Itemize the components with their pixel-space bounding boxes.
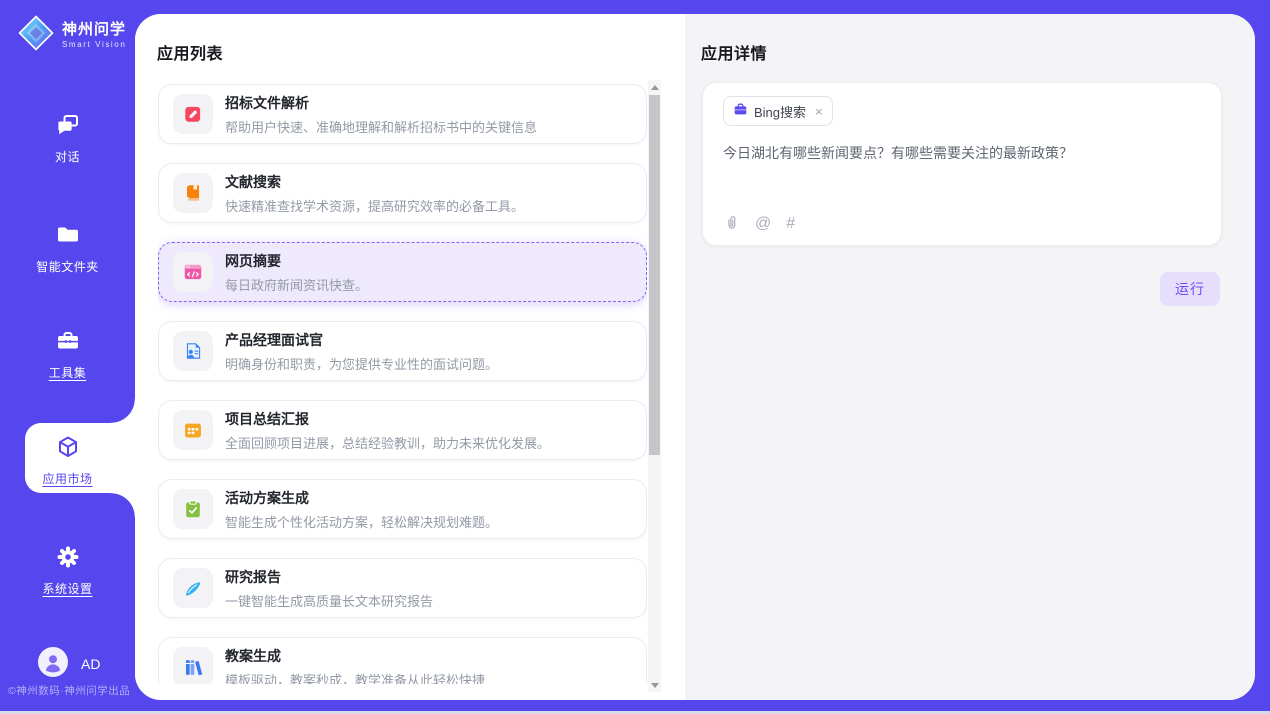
app-card[interactable]: 网页摘要 每日政府新闻资讯快查。: [158, 242, 647, 302]
app-card-title: 产品经理面试官: [225, 330, 498, 350]
app-card[interactable]: 活动方案生成 智能生成个性化活动方案，轻松解决规划难题。: [158, 479, 647, 539]
sidebar-item-smart-folder[interactable]: 智能文件夹: [0, 221, 135, 275]
app-list-panel: 应用列表 招标文件解析 帮助用户快速、准确地理解和解析招标书中的关键信息 文献搜…: [135, 14, 685, 700]
app-card[interactable]: 产品经理面试官 明确身份和职责，为您提供专业性的面试问题。: [158, 321, 647, 381]
chat-icon: [54, 111, 82, 139]
app-card-title: 网页摘要: [225, 251, 368, 271]
browser-icon: [173, 252, 213, 292]
scroll-up-button[interactable]: [648, 80, 661, 94]
app-card-desc: 全面回顾项目进展，总结经验教训，助力未来优化发展。: [225, 433, 550, 452]
sidebar-item-label: 系统设置: [0, 580, 135, 597]
app-card[interactable]: 招标文件解析 帮助用户快速、准确地理解和解析招标书中的关键信息: [158, 84, 647, 144]
sidebar-item-label: 应用市场: [0, 470, 135, 487]
prompt-toolbar: @ #: [723, 213, 795, 235]
app-card-desc: 智能生成个性化活动方案，轻松解决规划难题。: [225, 512, 498, 531]
clipboard-check-icon: [173, 489, 213, 529]
brand-subtitle: Smart Vision: [62, 40, 126, 49]
app-card[interactable]: 教案生成 模板驱动，教案秒成，教学准备从此轻松快捷: [158, 637, 647, 684]
copyright-text: ©神州数码·神州问学出品: [8, 683, 130, 698]
doc-edit-icon: [173, 94, 213, 134]
app-detail-panel: 应用详情 Bing搜索 × 今日湖北有哪些新闻要点？有哪些需要关注的最新政策？: [685, 14, 1255, 700]
gear-icon: [54, 543, 82, 571]
prompt-card: Bing搜索 × 今日湖北有哪些新闻要点？有哪些需要关注的最新政策？ @ #: [702, 82, 1222, 246]
app-card-title: 教案生成: [225, 646, 485, 666]
triangle-down-icon: [651, 683, 659, 688]
app-detail-title: 应用详情: [701, 40, 767, 64]
app-card-title: 招标文件解析: [225, 93, 537, 113]
user-account[interactable]: AD: [38, 647, 100, 680]
app-card-desc: 明确身份和职责，为您提供专业性的面试问题。: [225, 354, 498, 373]
sidebar-item-label: 智能文件夹: [0, 258, 135, 275]
app-card-desc: 帮助用户快速、准确地理解和解析招标书中的关键信息: [225, 117, 537, 136]
app-card-title: 项目总结汇报: [225, 409, 550, 429]
paperclip-icon[interactable]: [723, 213, 740, 235]
sidebar-item-toolset[interactable]: 工具集: [0, 327, 135, 381]
user-initials: AD: [81, 656, 100, 672]
app-card[interactable]: 项目总结汇报 全面回顾项目进展，总结经验教训，助力未来优化发展。: [158, 400, 647, 460]
main-content: 应用列表 招标文件解析 帮助用户快速、准确地理解和解析招标书中的关键信息 文献搜…: [135, 14, 1255, 700]
cube-icon: [54, 433, 82, 461]
scrollbar-thumb[interactable]: [649, 95, 660, 455]
interview-icon: [173, 331, 213, 371]
triangle-up-icon: [651, 85, 659, 90]
app-card-desc: 快速精准查找学术资源，提高研究效率的必备工具。: [225, 196, 524, 215]
sidebar: 神州问学 Smart Vision 对话 智能文件夹 工具集 应用市场: [0, 0, 135, 714]
sidebar-item-app-market[interactable]: 应用市场: [0, 433, 135, 481]
app-card-title: 文献搜索: [225, 172, 524, 192]
folder-icon: [54, 221, 82, 249]
sidebar-item-label: 工具集: [0, 364, 135, 381]
brand-name: 神州问学: [62, 22, 126, 39]
at-icon[interactable]: @: [755, 216, 771, 232]
chip-close-icon[interactable]: ×: [815, 104, 823, 119]
toolbox-icon: [54, 327, 82, 355]
calendar-icon: [173, 410, 213, 450]
app-card-title: 研究报告: [225, 567, 433, 587]
app-card[interactable]: 文献搜索 快速精准查找学术资源，提高研究效率的必备工具。: [158, 163, 647, 223]
app-card-list: 招标文件解析 帮助用户快速、准确地理解和解析招标书中的关键信息 文献搜索 快速精…: [158, 84, 647, 684]
hash-icon[interactable]: #: [786, 216, 795, 232]
avatar: [38, 647, 68, 680]
briefcase-icon: [733, 102, 748, 120]
tool-chip-label: Bing搜索: [754, 102, 806, 121]
logo-diamond-icon: [17, 14, 55, 57]
ink-pen-icon: [173, 568, 213, 608]
sidebar-item-settings[interactable]: 系统设置: [0, 543, 135, 597]
scroll-down-button[interactable]: [648, 678, 661, 692]
book-icon: [173, 173, 213, 213]
list-scrollbar[interactable]: [648, 80, 661, 692]
app-card-desc: 模板驱动，教案秒成，教学准备从此轻松快捷: [225, 670, 485, 685]
app-card-title: 活动方案生成: [225, 488, 498, 508]
app-card[interactable]: 研究报告 一键智能生成高质量长文本研究报告: [158, 558, 647, 618]
books-icon: [173, 647, 213, 684]
brand-logo[interactable]: 神州问学 Smart Vision: [17, 14, 126, 57]
tool-chip-bing-search[interactable]: Bing搜索 ×: [723, 96, 833, 126]
app-list-title: 应用列表: [157, 40, 223, 64]
sidebar-item-chat[interactable]: 对话: [0, 111, 135, 165]
sidebar-item-label: 对话: [0, 148, 135, 165]
prompt-input[interactable]: 今日湖北有哪些新闻要点？有哪些需要关注的最新政策？: [723, 143, 1201, 164]
run-button[interactable]: 运行: [1160, 272, 1220, 306]
app-card-desc: 每日政府新闻资讯快查。: [225, 275, 368, 294]
app-card-desc: 一键智能生成高质量长文本研究报告: [225, 591, 433, 610]
